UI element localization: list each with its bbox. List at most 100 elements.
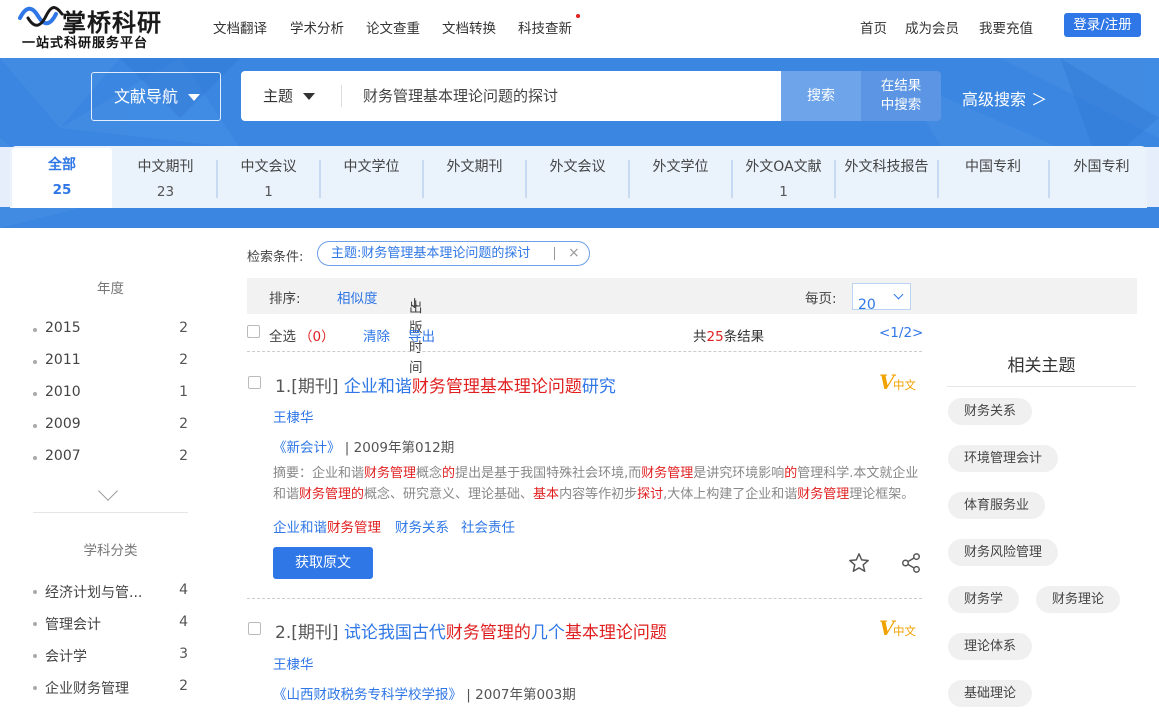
tab-label: 外国专利 xyxy=(1073,159,1130,175)
literature-nav-dropdown[interactable]: 文献导航 xyxy=(91,72,221,121)
tab-foreign-patent[interactable]: 外国专利 xyxy=(1050,150,1153,206)
tab-cn-conference[interactable]: 中文会议 1 xyxy=(217,150,320,206)
logo-wave-icon xyxy=(18,6,64,27)
year-filter-item[interactable]: 2011 2 xyxy=(33,352,188,372)
year-count: 2 xyxy=(179,352,188,368)
nav-doc-convert[interactable]: 文档转换 xyxy=(442,17,496,37)
related-topic-chip[interactable]: 财务理论 xyxy=(1036,586,1121,613)
search-button[interactable]: 搜索 xyxy=(781,71,861,121)
search-input[interactable]: 财务管理基本理论问题的探讨 xyxy=(363,71,558,121)
result-author[interactable]: 王棣华 xyxy=(273,653,314,673)
sort-relevance[interactable]: 相似度 xyxy=(337,287,378,307)
new-dot-indicator xyxy=(576,14,580,18)
subject-count: 2 xyxy=(179,678,188,694)
year-label: 2015 xyxy=(45,320,81,336)
year-filter-item[interactable]: 2007 2 xyxy=(33,448,188,468)
logo-subtitle: 一站式科研服务平台 xyxy=(22,36,149,51)
tab-all[interactable]: 全部 25 xyxy=(12,148,112,208)
year-filter-item[interactable]: 2010 1 xyxy=(33,384,188,404)
journal-link[interactable]: 《山西财政税务专科学校学报》 xyxy=(273,687,462,703)
result-title[interactable]: 2.[期刊] 试论我国古代财务管理的几个基本理论问题 xyxy=(275,618,667,643)
login-register-button[interactable]: 登录/注册 xyxy=(1064,13,1141,37)
bullet-dot xyxy=(33,622,37,626)
nav-plagiarism-check[interactable]: 论文查重 xyxy=(366,17,420,37)
result-source: 《山西财政税务专科学校学报》 | 2007年第003期 xyxy=(273,683,576,703)
abstract-text: 概念、研究意义、理论基础、 xyxy=(364,487,534,502)
tab-count: 25 xyxy=(52,182,72,198)
title-part-highlight: 财务管理基本理论问题 xyxy=(411,377,582,397)
tab-count: 23 xyxy=(156,184,175,200)
result-source: 《新会计》 | 2009年第012期 xyxy=(273,436,454,456)
tab-cn-thesis[interactable]: 中文学位 xyxy=(320,150,423,206)
lang-badge-label: 中文 xyxy=(893,378,916,392)
related-topic-chip[interactable]: 财务风险管理 xyxy=(948,539,1059,566)
field-select[interactable]: 主题 xyxy=(263,71,316,121)
tab-foreign-tech-report[interactable]: 外文科技报告 xyxy=(835,150,938,206)
journal-link[interactable]: 《新会计》 xyxy=(273,440,341,456)
nav-novelty-search[interactable]: 科技查新 xyxy=(518,17,572,37)
related-topic-chip[interactable]: 财务学 xyxy=(948,586,1020,613)
select-all-checkbox[interactable] xyxy=(247,325,260,338)
keyword-link[interactable]: 财务关系 xyxy=(395,516,449,536)
keyword-link[interactable]: 企业和谐财务管理 xyxy=(273,516,381,536)
keyword-link[interactable]: 社会责任 xyxy=(461,516,515,536)
title-part: 几个 xyxy=(530,623,565,643)
tab-foreign-conference[interactable]: 外文会议 xyxy=(526,150,629,206)
related-topic-chip[interactable]: 体育服务业 xyxy=(948,492,1046,519)
year-filter-item[interactable]: 2015 2 xyxy=(33,320,188,340)
related-topic-chip[interactable]: 环境管理会计 xyxy=(948,445,1059,472)
pagination[interactable]: <1/2> xyxy=(879,325,923,341)
advanced-search-link[interactable]: 高级搜索 ＞ xyxy=(962,86,1047,110)
condition-tag: 主题:财务管理基本理论问题的探讨 × xyxy=(317,241,590,266)
nav-membership[interactable]: 成为会员 xyxy=(905,17,959,37)
year-label: 2011 xyxy=(45,352,81,368)
related-topic-chip[interactable]: 财务关系 xyxy=(948,398,1033,425)
bullet-dot xyxy=(33,328,37,332)
tab-foreign-oa[interactable]: 外文OA文献 1 xyxy=(732,150,835,206)
year-filter-item[interactable]: 2009 2 xyxy=(33,416,188,436)
subject-filter-item[interactable]: 管理会计 4 xyxy=(33,614,188,634)
related-topic-chip[interactable]: 理论体系 xyxy=(948,633,1033,660)
result-title[interactable]: 1.[期刊] 企业和谐财务管理基本理论问题研究 xyxy=(275,372,616,397)
caret-down-icon xyxy=(303,93,316,100)
nav-academic-analysis[interactable]: 学术分析 xyxy=(290,17,344,37)
per-page-select[interactable]: 20 xyxy=(852,283,911,313)
tab-cn-journal[interactable]: 中文期刊 23 xyxy=(114,150,217,206)
nav-home[interactable]: 首页 xyxy=(860,17,887,37)
tab-label: 外文会议 xyxy=(549,159,606,175)
result-checkbox[interactable] xyxy=(248,376,261,389)
share-icon[interactable] xyxy=(900,552,922,574)
related-topic-chip[interactable]: 基础理论 xyxy=(948,680,1033,707)
search-in-results-button[interactable]: 在结果 中搜索 xyxy=(861,71,941,121)
subject-count: 4 xyxy=(179,614,188,630)
subject-label: 经济计划与管... xyxy=(45,585,143,601)
expand-chevron-down-icon[interactable] xyxy=(98,481,118,501)
export-button[interactable]: 导出 xyxy=(408,325,435,345)
subject-filter-item[interactable]: 会计学 3 xyxy=(33,646,188,666)
abstract-text: 概念 xyxy=(416,466,443,481)
result-author[interactable]: 王棣华 xyxy=(273,406,314,426)
year-count: 2 xyxy=(179,320,188,336)
search-in-results-line1: 在结果 xyxy=(880,78,922,94)
get-fulltext-button[interactable]: 获取原文 xyxy=(273,547,373,579)
chevron-down-icon xyxy=(893,289,904,300)
close-icon[interactable]: × xyxy=(568,242,580,265)
result-checkbox[interactable] xyxy=(248,622,261,635)
star-icon[interactable] xyxy=(848,552,870,574)
result-type: [期刊] xyxy=(291,377,339,397)
tab-label: 全部 xyxy=(48,157,76,173)
tab-cn-patent[interactable]: 中国专利 xyxy=(938,150,1048,206)
abstract-highlight: 探讨 xyxy=(637,487,664,502)
select-all-label[interactable]: 全选 xyxy=(269,325,296,345)
nav-doc-translate[interactable]: 文档翻译 xyxy=(213,17,267,37)
tab-foreign-journal[interactable]: 外文期刊 xyxy=(423,150,526,206)
subject-filter-item[interactable]: 企业财务管理 2 xyxy=(33,678,188,698)
clear-button[interactable]: 清除 xyxy=(363,325,390,345)
year-count: 2 xyxy=(179,448,188,464)
subject-label: 管理会计 xyxy=(45,617,101,633)
subject-filter-item[interactable]: 经济计划与管... 4 xyxy=(33,582,188,602)
keyword-text: 企业和谐 xyxy=(273,520,327,536)
tab-foreign-thesis[interactable]: 外文学位 xyxy=(629,150,732,206)
subject-count: 4 xyxy=(179,582,188,598)
nav-recharge[interactable]: 我要充值 xyxy=(979,17,1033,37)
